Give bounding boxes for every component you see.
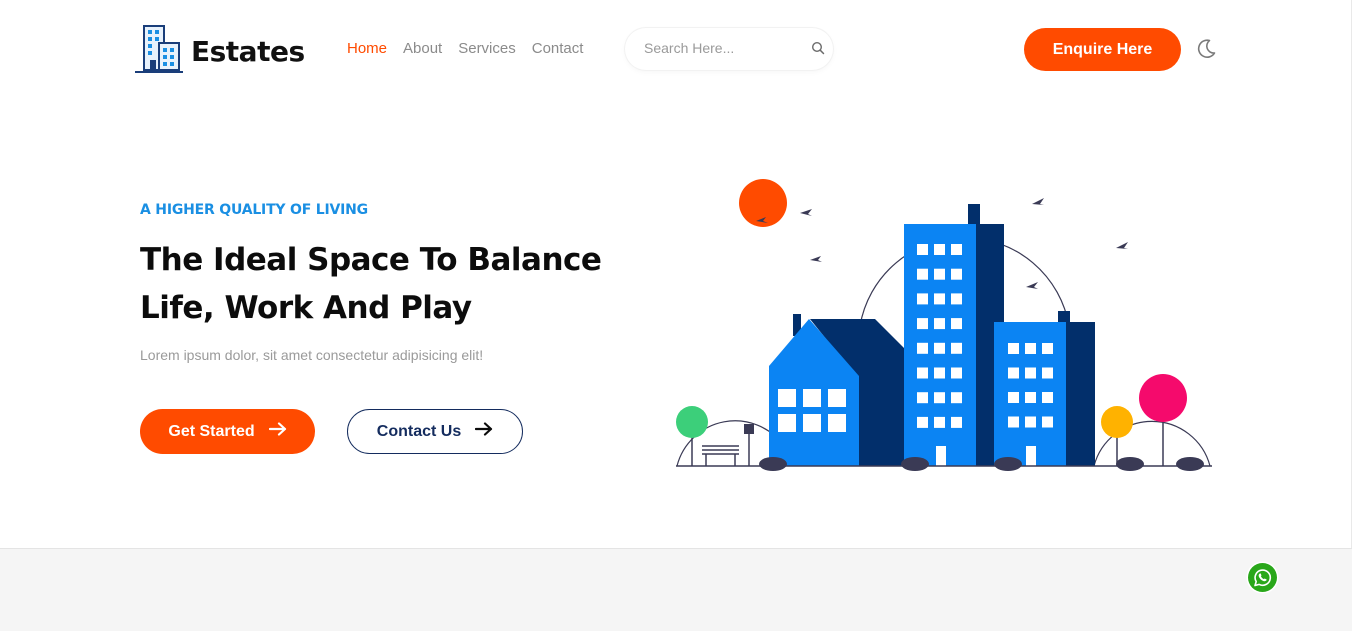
building-window xyxy=(1008,392,1019,403)
building-window xyxy=(1008,367,1019,379)
brand-name: Estates xyxy=(191,35,305,68)
building-window xyxy=(1042,343,1053,354)
search-icon[interactable] xyxy=(811,41,825,60)
building-window xyxy=(1042,367,1053,379)
building-window xyxy=(1042,392,1053,403)
moon-icon[interactable] xyxy=(1195,38,1217,65)
building-window xyxy=(917,268,928,280)
building-window xyxy=(934,244,945,255)
building-window xyxy=(951,293,962,305)
building-window xyxy=(951,268,962,280)
building-window xyxy=(917,367,928,379)
building-window xyxy=(1042,416,1053,428)
building-window xyxy=(1025,416,1036,428)
search-box xyxy=(625,28,833,70)
nav-item-services[interactable]: Services xyxy=(458,40,516,57)
building-window xyxy=(917,293,928,305)
building-window xyxy=(934,268,945,280)
city-buildings-illustration xyxy=(672,176,1217,481)
buildings-icon xyxy=(135,24,183,79)
nav-item-about[interactable]: About xyxy=(403,40,442,57)
next-section-band xyxy=(0,548,1352,631)
building-window xyxy=(951,416,962,428)
search-input[interactable] xyxy=(644,40,804,56)
hero-eyebrow: A HIGHER QUALITY OF LIVING xyxy=(140,202,368,218)
building-window xyxy=(917,244,928,255)
building-window xyxy=(934,342,945,354)
building-window xyxy=(917,392,928,404)
building-window xyxy=(934,392,945,404)
building-window xyxy=(917,342,928,354)
hero-description: Lorem ipsum dolor, sit amet consectetur … xyxy=(140,347,484,363)
arrow-right-icon xyxy=(475,422,493,441)
building-window xyxy=(934,416,945,428)
building-window xyxy=(1008,416,1019,428)
building-window xyxy=(917,416,928,428)
hero-title: The Ideal Space To Balance Life, Work An… xyxy=(140,242,602,326)
building-window xyxy=(951,367,962,379)
brand-logo[interactable]: Estates xyxy=(135,24,305,79)
enquire-button[interactable]: Enquire Here xyxy=(1024,28,1181,71)
whatsapp-icon[interactable] xyxy=(1246,561,1279,594)
arrow-right-icon xyxy=(268,422,287,441)
nav-item-home[interactable]: Home xyxy=(347,40,387,57)
building-window xyxy=(917,318,928,330)
building-window xyxy=(1025,367,1036,379)
building-window xyxy=(1025,392,1036,403)
building-window xyxy=(951,244,962,255)
get-started-label: Get Started xyxy=(168,422,255,440)
building-window xyxy=(934,293,945,305)
building-window xyxy=(951,318,962,330)
contact-us-button[interactable]: Contact Us xyxy=(347,409,523,454)
building-window xyxy=(951,342,962,354)
site-header: Estates Home About Services Contact Enqu… xyxy=(0,0,1352,96)
main-nav: Home About Services Contact xyxy=(347,40,583,57)
building-window xyxy=(1025,343,1036,354)
get-started-button[interactable]: Get Started xyxy=(140,409,315,454)
building-window xyxy=(1008,343,1019,354)
nav-item-contact[interactable]: Contact xyxy=(532,40,584,57)
building-window xyxy=(951,392,962,404)
contact-us-label: Contact Us xyxy=(376,422,462,440)
building-window xyxy=(934,367,945,379)
building-window xyxy=(934,318,945,330)
